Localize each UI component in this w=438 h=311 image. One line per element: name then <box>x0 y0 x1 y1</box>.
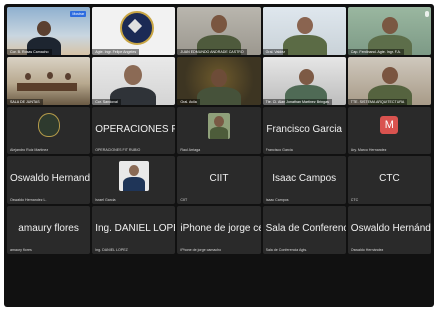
profile-photo <box>207 112 230 139</box>
participant-name: Oswaldo Hernández <box>350 248 384 253</box>
meeting-window: Mostrar Cor. B. Rosas Camacho Agte. Ingr… <box>4 4 434 307</box>
participant-name: Isaac Campos <box>265 198 289 203</box>
participant-name: Sala de Conferencia Agts. <box>265 248 308 253</box>
video-feed <box>7 56 91 105</box>
participant-tile[interactable]: OPERACIONES FI... OPERACIONES FIT RUBIO <box>92 106 176 155</box>
participant-name: JUAN EDMUNDO ANDRADE CASTRO <box>177 48 247 55</box>
display-name: Oswaldo Hernández <box>350 223 431 235</box>
video-feed <box>92 7 176 55</box>
video-feed <box>177 7 261 55</box>
participant-name: SALA DE JUNTAS <box>7 98 43 105</box>
participant-name: Oswaldo Hernandez L. <box>10 198 47 203</box>
display-name: CTC <box>379 173 400 185</box>
display-name: Isaac Campos <box>272 173 337 185</box>
participant-tile[interactable]: CIIT CIIT <box>177 156 261 205</box>
display-name: Ing. DANIEL LOPEZ <box>95 223 175 235</box>
video-feed <box>262 7 346 55</box>
participant-tile[interactable]: TTE. SISTEMA ARQUITECTURA <box>347 56 431 105</box>
participant-tile[interactable]: Ing. DANIEL LOPEZ Ing. DANIEL LOPEZ <box>92 206 176 255</box>
participant-tile[interactable]: Alejandro Ruiz Martinez <box>7 106 91 155</box>
display-name: iPhone de jorge ce... <box>180 223 260 235</box>
participant-name: Francisco Garcia <box>265 148 293 153</box>
participant-name: Gral. Avila <box>177 98 200 105</box>
participant-tile[interactable]: amaury flores amaury flores <box>7 206 91 255</box>
participant-name: amaury flores <box>10 248 32 253</box>
participant-tile[interactable]: Mostrar Cor. B. Rosas Camacho <box>7 7 91 55</box>
participant-name: Ary. Marco Hernandez <box>350 148 387 153</box>
participant-tile[interactable]: CTC CTC <box>347 156 431 205</box>
participant-tile[interactable]: Cor. Sandoval <box>92 56 176 105</box>
participant-tile[interactable]: Gral. Avila <box>177 56 261 105</box>
participant-tile[interactable]: Agte. Ingr. Felipe Angeles <box>92 7 176 55</box>
display-name: OPERACIONES FI... <box>95 123 176 135</box>
video-feed <box>262 56 346 105</box>
participant-name: Cor. B. Rosas Camacho <box>7 48 52 55</box>
participant-tile[interactable]: Raul Arriaga <box>177 106 261 155</box>
video-feed <box>347 56 431 105</box>
participant-name: iPhone de jorge camacho <box>180 248 222 253</box>
participant-tile[interactable]: SALA DE JUNTAS <box>7 56 91 105</box>
participant-name: OPERACIONES FIT RUBIO <box>95 148 141 153</box>
participant-tile[interactable]: Israel Garcia <box>92 156 176 205</box>
participant-name: CTC <box>350 198 359 203</box>
display-name: amaury flores <box>18 223 79 235</box>
participant-tile[interactable]: JUAN EDMUNDO ANDRADE CASTRO <box>177 7 261 55</box>
participant-tile[interactable]: Sala de Conferenci... Sala de Conferenci… <box>262 206 346 255</box>
participant-name: Alejandro Ruiz Martinez <box>10 148 49 153</box>
participant-tile[interactable]: iPhone de jorge ce... iPhone de jorge ca… <box>177 206 261 255</box>
participant-name: Israel Garcia <box>95 198 116 203</box>
display-name: Oswaldo Hernande... <box>10 173 91 185</box>
participant-name: Raul Arriaga <box>180 148 201 153</box>
video-feed <box>347 7 431 55</box>
participant-name: Agte. Ingr. Felipe Angeles <box>92 48 140 55</box>
participant-name: Gral. Valdez <box>262 48 289 55</box>
participant-name: Cor. Sandoval <box>92 98 121 105</box>
participant-name: Ing. DANIEL LOPEZ <box>95 248 128 253</box>
video-feed <box>92 56 176 105</box>
profile-photo <box>118 160 149 191</box>
participant-name: Tte. Cl. Alan Jonathan Martinez Bringas <box>262 98 332 105</box>
participant-tile[interactable]: Tte. Cl. Alan Jonathan Martinez Bringas <box>262 56 346 105</box>
microphone-icon <box>424 11 429 17</box>
display-name: CIIT <box>209 173 229 185</box>
display-name: Francisco Garcia <box>266 123 342 135</box>
avatar: M <box>380 115 399 134</box>
show-button[interactable]: Mostrar <box>70 11 87 17</box>
participant-tile[interactable]: Isaac Campos Isaac Campos <box>262 156 346 205</box>
participant-grid: Mostrar Cor. B. Rosas Camacho Agte. Ingr… <box>7 7 431 304</box>
participant-tile[interactable]: Oswaldo Hernande... Oswaldo Hernandez L. <box>7 156 91 205</box>
participant-name: Cap. Ferdinand. Agte. Ingr. F.A. <box>347 48 404 55</box>
participant-tile[interactable]: Francisco Garcia Francisco Garcia <box>262 106 346 155</box>
participant-tile[interactable]: Oswaldo Hernández Oswaldo Hernández <box>347 206 431 255</box>
display-name: Sala de Conferenci... <box>265 223 346 235</box>
participant-tile[interactable]: M Ary. Marco Hernandez <box>347 106 431 155</box>
participant-tile[interactable]: Cap. Ferdinand. Agte. Ingr. F.A. <box>347 7 431 55</box>
participant-tile[interactable]: Gral. Valdez <box>262 7 346 55</box>
participant-name: CIIT <box>180 198 188 203</box>
emblem-logo-icon <box>37 112 60 137</box>
video-feed <box>177 56 261 105</box>
participant-name: TTE. SISTEMA ARQUITECTURA <box>347 98 408 105</box>
